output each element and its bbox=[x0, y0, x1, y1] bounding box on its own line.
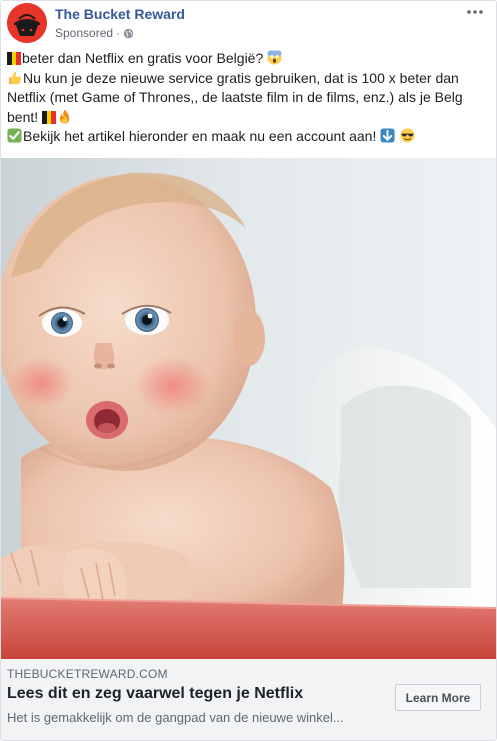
post-header: The Bucket Reward Sponsored · bbox=[1, 1, 496, 47]
link-title[interactable]: Lees dit en zeg vaarwel tegen je Netflix bbox=[7, 685, 303, 703]
post-message: beter dan Netflix en gratis voor België?… bbox=[7, 49, 490, 147]
link-preview[interactable]: THEBUCKETREWARD.COM Lees dit en zeg vaar… bbox=[1, 659, 496, 740]
post-text-line-2: Nu kun je deze nieuwe service gratis geb… bbox=[7, 69, 463, 125]
globe-icon[interactable] bbox=[123, 28, 134, 39]
post-line-2: Nu kun je deze nieuwe service gratis geb… bbox=[7, 69, 490, 128]
post-image-surprised-baby[interactable] bbox=[1, 158, 496, 659]
sponsored-post: The Bucket Reward Sponsored · beter dan … bbox=[0, 0, 497, 741]
link-description: Het is gemakkelijk om de gangpad van de … bbox=[7, 710, 344, 725]
sponsored-label: Sponsored · bbox=[55, 26, 134, 40]
more-options-icon[interactable] bbox=[466, 5, 484, 19]
bucket-logo-icon bbox=[7, 3, 47, 43]
meta-separator: · bbox=[116, 26, 121, 40]
thumbs-up-icon bbox=[8, 71, 21, 84]
post-line-3: Bekijk het artikel hieronder en maak nu … bbox=[7, 127, 490, 147]
baby-photo-illustration bbox=[1, 158, 496, 659]
page-avatar[interactable] bbox=[7, 3, 47, 43]
page-name-link[interactable]: The Bucket Reward bbox=[55, 6, 185, 22]
belgian-flag-icon bbox=[7, 51, 21, 65]
sunglasses-face-icon bbox=[400, 128, 415, 143]
sponsored-text: Sponsored bbox=[55, 26, 114, 40]
check-mark-icon bbox=[7, 128, 22, 143]
post-line-1: beter dan Netflix en gratis voor België? bbox=[7, 49, 490, 69]
post-text-line-1: beter dan Netflix en gratis voor België? bbox=[22, 50, 264, 66]
fire-icon bbox=[59, 108, 70, 124]
down-arrow-icon bbox=[380, 128, 395, 143]
belgian-flag-icon bbox=[42, 110, 56, 124]
learn-more-button[interactable]: Learn More bbox=[395, 684, 481, 711]
screaming-face-icon bbox=[267, 50, 282, 65]
link-domain: THEBUCKETREWARD.COM bbox=[7, 667, 168, 681]
post-text-line-3: Bekijk het artikel hieronder en maak nu … bbox=[23, 128, 377, 144]
